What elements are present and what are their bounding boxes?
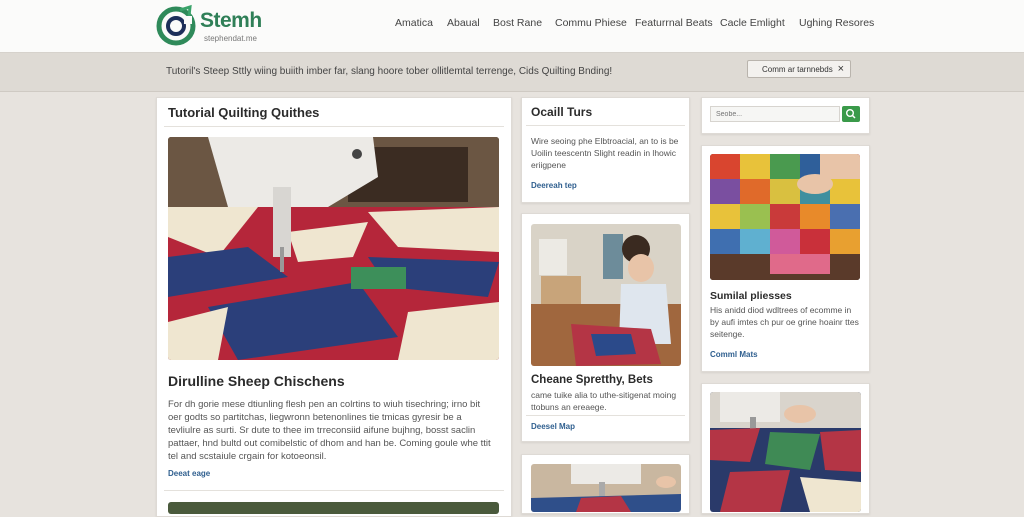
site-header: Stemh stephendat.me Amatica Abaual Bost … xyxy=(0,0,1024,53)
sewing-closeup-image[interactable] xyxy=(531,464,681,512)
mid-card-1-body: Wire seoing phe Elbtroacial, an to is be… xyxy=(531,136,679,170)
sidebar-card-1-heading[interactable]: Sumilal pliesses xyxy=(710,290,792,302)
nav-item-ughing-resores[interactable]: Ughing Resores xyxy=(799,17,874,29)
mid-card-1-heading: Ocaill Turs xyxy=(531,105,593,119)
mid-card-2-body: came tuike alia to uthe-sitigenat moing … xyxy=(531,390,677,412)
nav-item-amatica[interactable]: Amatica xyxy=(395,17,433,29)
sidebar-card-1-link[interactable]: Comml Mats xyxy=(710,350,758,359)
quilting-hands-image[interactable] xyxy=(710,392,861,512)
sidebar-card-1-body: His anidd diod wdltrees of ecomme in by … xyxy=(710,305,859,339)
notice-text: Tutoril's Steep Sttly wiing buiith imber… xyxy=(166,66,613,77)
mid-card-2-heading[interactable]: Cheane Spretthy, Bets xyxy=(531,374,653,386)
next-article-image[interactable] xyxy=(168,502,499,514)
nav-item-cacle-emlight[interactable]: Cacle Emlight xyxy=(720,17,785,29)
divider xyxy=(526,415,685,416)
search-icon xyxy=(845,109,856,119)
search-input[interactable] xyxy=(710,106,840,122)
quilt-logo-icon xyxy=(156,4,196,46)
mid-card-2-link[interactable]: Deesel Map xyxy=(531,422,575,431)
search-button[interactable] xyxy=(842,106,860,122)
sewing-machine-quilt-image[interactable] xyxy=(168,137,499,360)
notice-bar: Tutoril's Steep Sttly wiing buiith imber… xyxy=(0,53,1024,92)
logo-tagline: stephendat.me xyxy=(204,34,257,43)
article-title[interactable]: Dirulline Sheep Chischens xyxy=(168,373,345,389)
notice-chip[interactable]: Comm ar tarnnebds × xyxy=(747,60,851,78)
article-body: For dh gorie mese dtiunling flesh pen an… xyxy=(168,399,491,462)
woman-sewing-image[interactable] xyxy=(531,224,681,366)
close-icon[interactable]: × xyxy=(838,63,844,75)
main-card-heading: Tutorial Quilting Quithes xyxy=(168,105,320,120)
notice-chip-label: Comm ar tarnnebds xyxy=(762,65,833,74)
site-logo[interactable]: Stemh stephendat.me xyxy=(156,4,286,48)
patchwork-quilt-image[interactable] xyxy=(710,154,860,280)
divider xyxy=(164,490,504,491)
logo-text: Stemh xyxy=(200,9,262,32)
mid-card-1-link[interactable]: Deereah tep xyxy=(531,181,577,190)
nav-item-abaual[interactable]: Abaual xyxy=(447,17,480,29)
divider xyxy=(526,125,685,126)
article-read-more-link[interactable]: Deeat eage xyxy=(168,469,210,478)
nav-item-featurrnal-beats[interactable]: Featurrnal Beats xyxy=(635,17,713,29)
nav-item-commu-phiese[interactable]: Commu Phiese xyxy=(555,17,627,29)
nav-item-bost-rane[interactable]: Bost Rane xyxy=(493,17,542,29)
divider xyxy=(164,126,504,127)
